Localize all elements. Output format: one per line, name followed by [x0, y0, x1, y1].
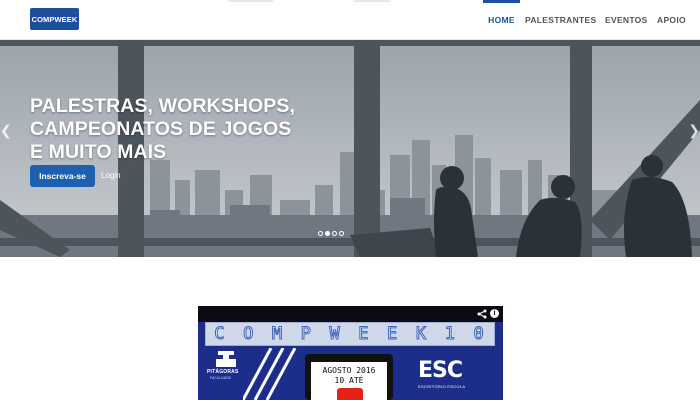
top-navbar: COMPWEEK HOME PALESTRANTES EVENTOS APOIO	[0, 0, 700, 40]
nav-eventos[interactable]: EVENTOS	[600, 0, 652, 40]
carousel-dot-active[interactable]	[325, 231, 330, 236]
carousel-dot[interactable]	[339, 231, 344, 236]
video-top-bar: i	[198, 306, 503, 322]
carousel-indicators	[318, 231, 344, 236]
signup-button[interactable]: Inscreva-se	[30, 165, 95, 187]
hero-title: PALESTRAS, WORKSHOPS, CAMPEONATOS DE JOG…	[30, 95, 296, 163]
pitagoras-sublabel: FACULDADE	[210, 376, 232, 380]
chevron-left-icon[interactable]: ❮	[0, 122, 12, 139]
divider	[228, 0, 273, 2]
nav-apoio[interactable]: APOIO	[652, 0, 700, 40]
info-icon[interactable]: i	[490, 309, 499, 318]
divider	[353, 0, 391, 2]
compweek-logo[interactable]: COMPWEEK	[30, 8, 79, 30]
login-link[interactable]: Login	[101, 171, 121, 180]
tablet-screen: AGOSTO 2016 10 ATÉ	[311, 362, 387, 400]
nav-palestrantes[interactable]: PALESTRANTES	[520, 0, 600, 40]
hero-carousel: PALESTRAS, WORKSHOPS, CAMPEONATOS DE JOG…	[0, 40, 700, 257]
main-nav: HOME PALESTRANTES EVENTOS APOIO	[483, 0, 700, 40]
tablet-graphic: AGOSTO 2016 10 ATÉ	[305, 354, 393, 400]
esc-logo: ESC	[418, 358, 463, 383]
carousel-dot[interactable]	[318, 231, 323, 236]
pitagoras-label: PITÁGORAS	[207, 369, 239, 375]
embedded-video[interactable]: i C O M P W E E K 1 0 PITÁGORAS FACULDAD…	[198, 306, 503, 400]
esc-sublabel: ESCRITÓRIO ESCOLA	[418, 384, 466, 389]
pitagoras-logo-icon	[216, 351, 236, 367]
play-button[interactable]	[337, 388, 363, 400]
share-icon[interactable]	[477, 309, 487, 319]
diagonal-stripes-decoration	[243, 348, 297, 400]
video-title-banner: C O M P W E E K 1 0	[205, 322, 495, 346]
chevron-right-icon[interactable]: ❯	[688, 122, 700, 139]
nav-home[interactable]: HOME	[483, 0, 520, 40]
tablet-date-text: AGOSTO 2016 10 ATÉ	[322, 366, 376, 385]
carousel-dot[interactable]	[332, 231, 337, 236]
